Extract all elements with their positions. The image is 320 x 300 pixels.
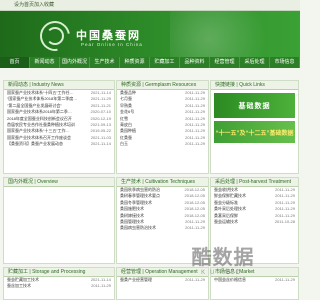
list-item[interactable]: 【桑蚕资讯】桑蚕产业发展动态 2021-11-14 [4,141,114,147]
quick-links-heading[interactable]: 快捷链接 | Quick Links [211,81,298,90]
nav-home[interactable]: 首页 [0,57,30,68]
nav-news[interactable]: 新闻动态 [30,57,60,68]
list-item-date: 2011-11-29 [185,141,205,147]
list-item-title[interactable]: 【桑蚕资讯】桑蚕产业发展动态 [7,141,63,147]
list-item[interactable]: 蚕茧运输技术 2011-10-28 [211,219,298,225]
list-item-date: 2011-11-29 [91,283,111,289]
germplasm-panel: 种质资源 | Germplasm Resources 桑蚕品种 2011-11-2… [116,80,209,174]
list-item-date: 2011-10-28 [274,219,295,225]
list-item-title[interactable]: 桑园病虫害防治技术 [120,225,156,231]
list-item-title[interactable]: 蚕茧运输技术 [214,219,238,225]
set-homepage-link[interactable]: 设为首页 [14,1,34,9]
site-banner: 中国桑蚕网 Pear Online In China [0,11,300,57]
banner-decoration [170,11,300,57]
cultivation-panel-heading[interactable]: 生产技术 | Cultivation Techniques [117,178,208,187]
storage-panel: 贮藏加工 | Storage and Processing 蚕茧贮藏加工技术 20… [3,267,115,300]
nav-market[interactable]: 市场信息 [270,57,300,68]
list-item-date: 2011-11-29 [275,277,295,282]
overview-panel-heading[interactable]: 国内外概况 | Overview [4,178,114,187]
site-title[interactable]: 中国桑蚕网 [76,27,141,43]
nav-germplasm[interactable]: 种质资源 [120,57,150,68]
nav-varieties[interactable]: 品种资料 [180,57,210,68]
main-nav: 首页 新闻动态 国内外概况 生产技术 种质资源 贮藏加工 品种资料 经营管理 采… [0,57,300,68]
watermark-subtext: KUIDC [201,270,245,276]
bookmark-link[interactable]: 加入收藏 [34,1,54,9]
list-item[interactable]: 白玉 2011-11-29 [117,141,208,147]
list-item-date: 2021-11-14 [90,141,111,147]
postharvest-panel-heading[interactable]: 采后处理 | Post-harvest Treatment [211,178,298,187]
list-item-date: 2011-11-29 [185,225,205,231]
nav-operation[interactable]: 经营管理 [210,57,240,68]
list-item-title[interactable]: 蚕丝加工技术 [7,283,31,289]
nav-cultivation[interactable]: 生产技术 [90,57,120,68]
overview-panel: 国内外概况 | Overview [3,177,115,264]
five-year-data-banner[interactable]: “十一五”及“十二五”基础数据 [214,121,295,143]
site-subtitle: Pear Online In China [81,42,143,47]
basic-data-banner[interactable]: 基础数据 [214,93,295,118]
watermark: 酷数据 KUIDC [186,246,260,288]
news-panel-heading[interactable]: 新闻动态 | Industry News [4,81,114,90]
nav-overview[interactable]: 国内外概况 [60,57,90,68]
nav-postharvest[interactable]: 采后处理 [240,57,270,68]
list-item[interactable]: 桑园病虫害防治技术 2011-11-29 [117,225,208,231]
storage-panel-heading[interactable]: 贮藏加工 | Storage and Processing [4,268,114,277]
quick-links-panel: 快捷链接 | Quick Links 基础数据 “十一五”及“十二五”基础数据 [210,80,299,174]
news-panel: 新闻动态 | Industry News 国家蚕产业技术体系“十四五”工作任… 2… [3,80,115,174]
list-item-title[interactable]: 白玉 [120,141,128,147]
logo-inner-icon [46,27,64,45]
watermark-text: 酷数据 [191,247,255,269]
list-item[interactable]: 蚕丝加工技术 2011-11-29 [4,283,114,289]
germplasm-panel-heading[interactable]: 种质资源 | Germplasm Resources [117,81,208,90]
list-item-title[interactable]: 蚕桑产业经营管理 [120,277,152,283]
nav-storage[interactable]: 贮藏加工 [150,57,180,68]
top-bar: 设为首页 加入收藏 [0,0,300,11]
